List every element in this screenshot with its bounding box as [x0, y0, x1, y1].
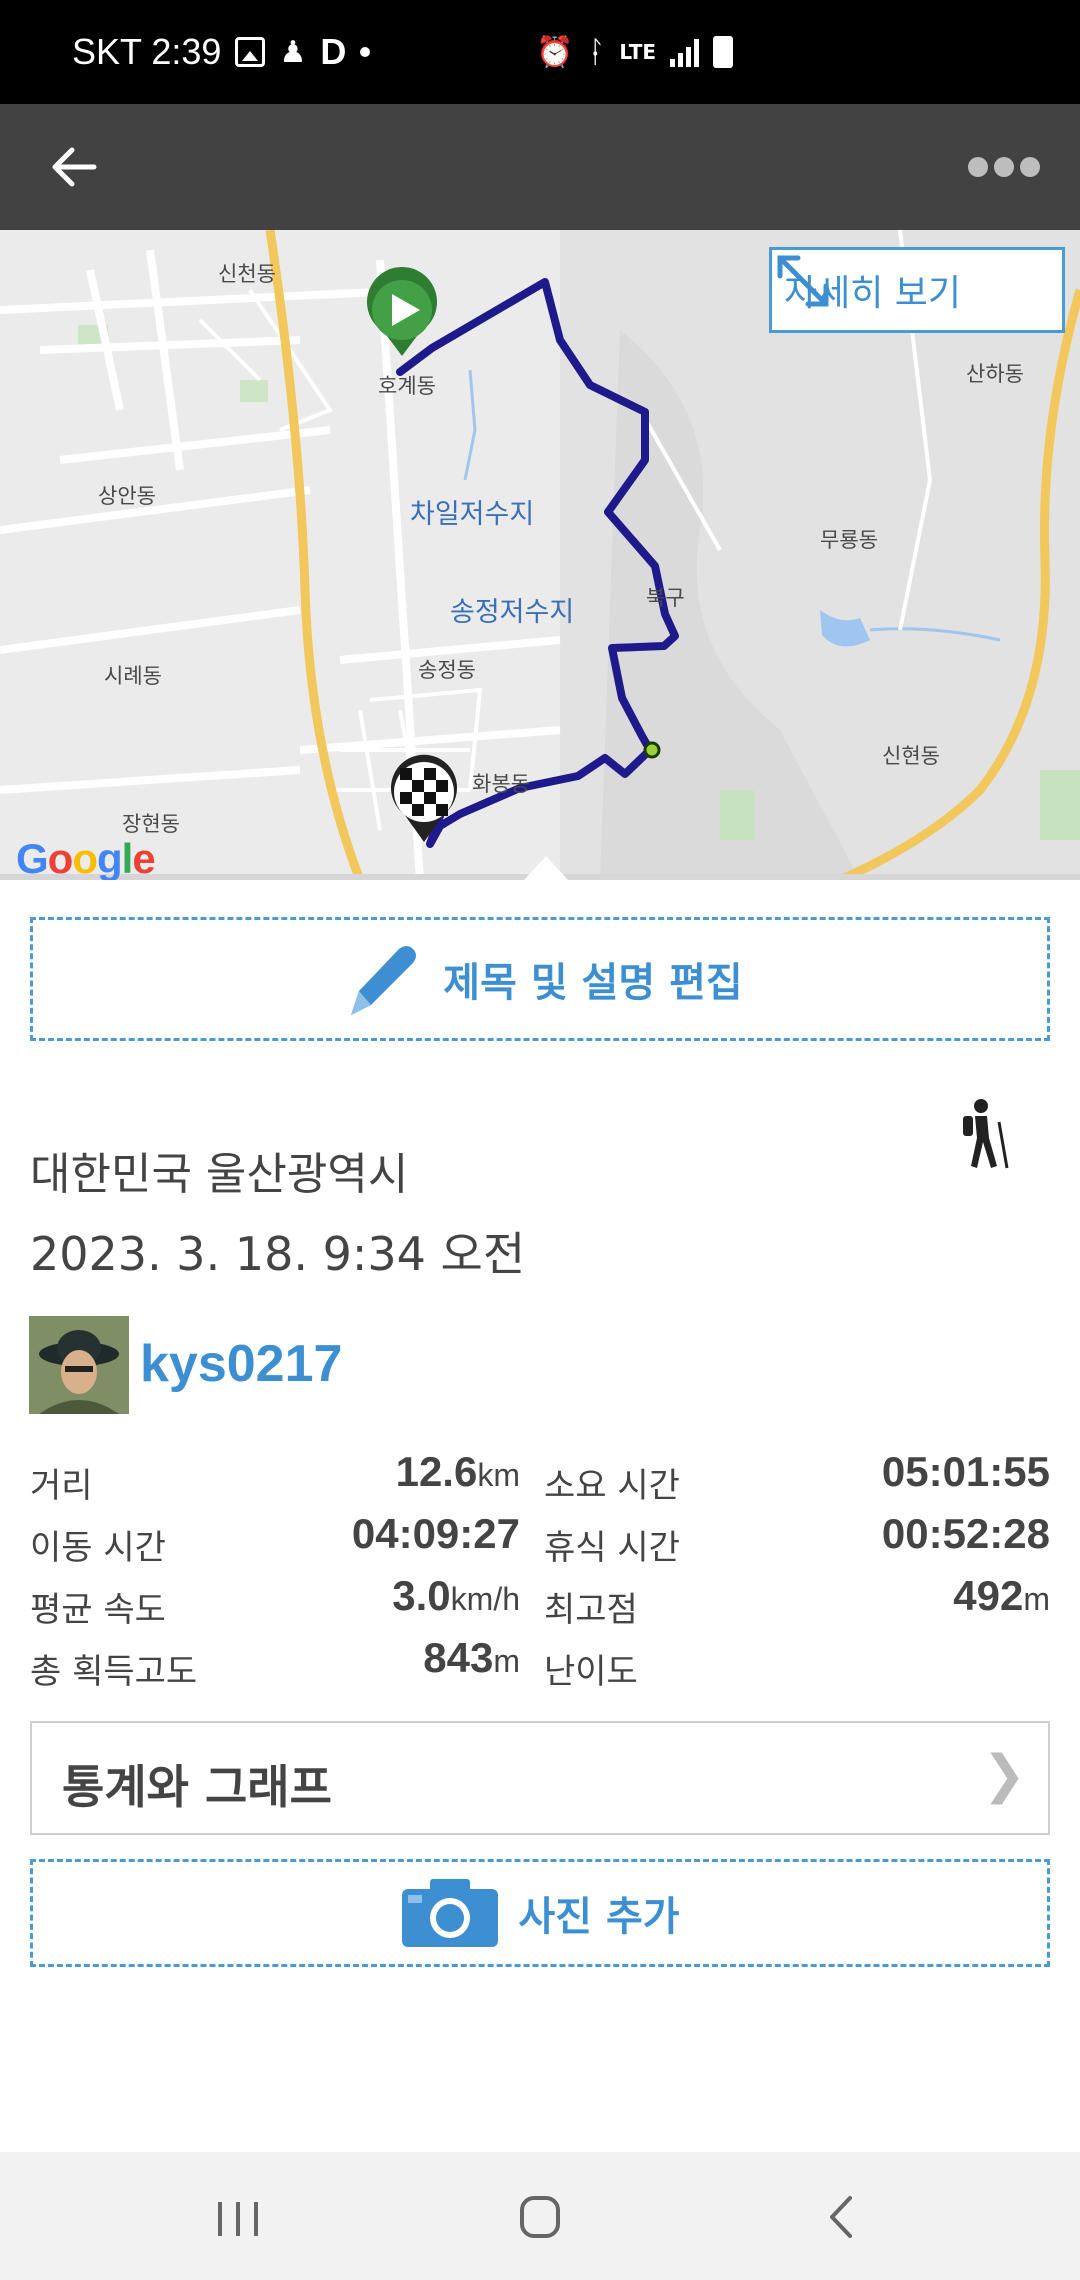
- app-bar: [0, 104, 1080, 230]
- rest-time-value: 00:52:28: [881, 1510, 1050, 1557]
- alarm-icon: ⏰: [536, 34, 574, 70]
- activity-location: 대한민국 울산광역시: [30, 1149, 409, 1200]
- username[interactable]: kys0217: [140, 1334, 342, 1394]
- stat-row: 평균 속도 3.0km/h 최고점 492m: [30, 1572, 1050, 1634]
- map-label: 차일저수지: [410, 499, 535, 530]
- add-photo-button[interactable]: 사진 추가: [30, 1859, 1050, 1967]
- dot-icon: [360, 47, 371, 57]
- rest-time-label: 휴식 시간: [544, 1528, 680, 1568]
- edit-title-description-button[interactable]: 제목 및 설명 편집: [30, 917, 1050, 1041]
- google-logo: Google: [16, 835, 156, 880]
- map-label: 북구: [646, 586, 685, 610]
- avatar[interactable]: [29, 1316, 129, 1414]
- recent-apps-icon[interactable]: [198, 2182, 278, 2252]
- difficulty-label: 난이도: [544, 1652, 638, 1692]
- max-altitude-value: 492m: [953, 1572, 1050, 1619]
- max-altitude-label: 최고점: [544, 1590, 638, 1630]
- stats-graph-button[interactable]: 통계와 그래프 ❯: [30, 1721, 1050, 1835]
- activity-datetime: 2023. 3. 18. 9:34 오전: [30, 1227, 526, 1281]
- view-detail-button[interactable]: 자세히 보기: [769, 247, 1065, 333]
- lte-icon: LTE: [619, 40, 657, 64]
- map-label: 상안동: [98, 484, 156, 508]
- map-label: 호계동: [378, 374, 436, 398]
- d-app-icon: D: [320, 31, 347, 72]
- map-label: 신천동: [218, 262, 276, 286]
- stat-row: 이동 시간 04:09:27 휴식 시간 00:52:28: [30, 1510, 1050, 1572]
- map-label: 신현동: [882, 744, 940, 768]
- map-label: 장현동: [122, 812, 180, 836]
- avg-speed-value: 3.0km/h: [392, 1572, 520, 1619]
- map-label: 시례동: [104, 664, 162, 688]
- home-icon[interactable]: [500, 2182, 580, 2252]
- map-label: 송정동: [418, 658, 476, 682]
- back-arrow-icon[interactable]: [44, 137, 104, 197]
- total-time-value: 05:01:55: [881, 1448, 1050, 1495]
- stat-row: 총 획득고도 843m 난이도: [30, 1634, 1050, 1696]
- total-gain-label: 총 획득고도: [30, 1652, 198, 1692]
- map-label: 화봉동: [472, 772, 530, 796]
- hiking-icon: [955, 1098, 1015, 1170]
- total-gain-value: 843m: [423, 1634, 520, 1681]
- hiker-notification-icon: ♟: [279, 35, 307, 69]
- pencil-icon: [351, 946, 417, 1015]
- bluetooth-icon: ᛛ: [587, 34, 606, 70]
- total-time-label: 소요 시간: [544, 1466, 680, 1506]
- more-options-icon[interactable]: [968, 152, 1048, 182]
- image-icon: [235, 37, 266, 67]
- stats-table: 거리 12.6km 소요 시간 05:01:55 이동 시간 04:09:27 …: [30, 1448, 1050, 1696]
- moving-time-label: 이동 시간: [30, 1528, 166, 1568]
- status-bar: SKT 2:39 ♟ D ⏰ ᛛ LTE: [0, 0, 1080, 104]
- system-nav-bar: [0, 2152, 1080, 2280]
- carrier-time: SKT 2:39: [72, 31, 222, 72]
- expand-icon: [777, 255, 829, 307]
- edit-label: 제목 및 설명 편집: [443, 960, 743, 1006]
- distance-label: 거리: [30, 1466, 93, 1506]
- signal-icon: [670, 37, 700, 67]
- nav-back-icon[interactable]: [802, 2182, 882, 2252]
- route-map[interactable]: 신천동 호계동 산하동 상안동 차일저수지 무룡동 송정저수지 북구 시례동 송…: [0, 230, 1080, 880]
- chevron-right-icon: ❯: [982, 1745, 1026, 1805]
- map-notch: [524, 856, 568, 880]
- add-photo-label: 사진 추가: [518, 1894, 680, 1940]
- stats-graph-label: 통계와 그래프: [62, 1760, 332, 1814]
- map-label: 무룡동: [820, 528, 878, 552]
- stat-row: 거리 12.6km 소요 시간 05:01:55: [30, 1448, 1050, 1510]
- moving-time-value: 04:09:27: [351, 1510, 520, 1557]
- map-label: 송정저수지: [450, 597, 575, 628]
- battery-icon: [713, 36, 734, 68]
- distance-value: 12.6km: [395, 1448, 520, 1495]
- map-label: 산하동: [966, 362, 1024, 386]
- avg-speed-label: 평균 속도: [30, 1590, 166, 1630]
- camera-icon: [402, 1879, 499, 1947]
